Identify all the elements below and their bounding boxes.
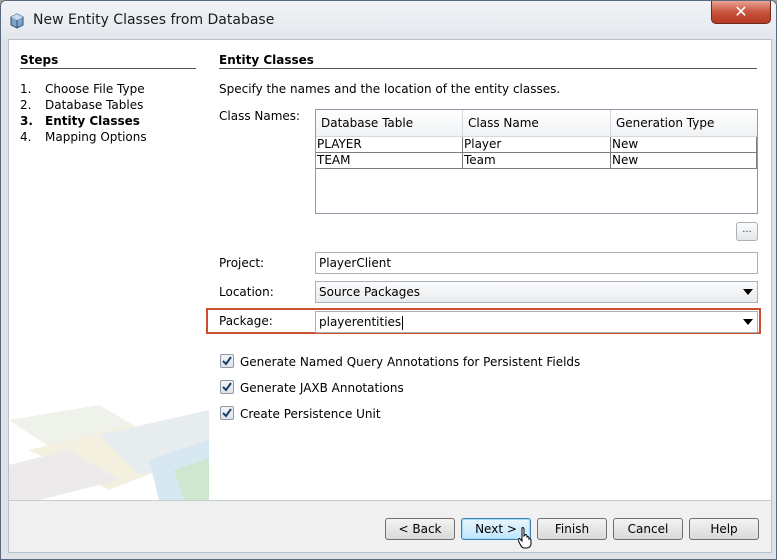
table-cell[interactable]: TEAM: [316, 153, 463, 169]
column-header[interactable]: Database Table: [316, 110, 463, 136]
title-bar[interactable]: New Entity Classes from Database ✕: [1, 1, 776, 39]
table-cell[interactable]: PLAYER: [316, 137, 463, 153]
section-divider: [219, 68, 757, 69]
checkbox[interactable]: [220, 406, 234, 420]
location-value: Source Packages: [319, 285, 421, 299]
finish-button[interactable]: Finish: [537, 518, 607, 540]
table-cell[interactable]: New: [611, 137, 757, 153]
step-number: 3.: [20, 114, 33, 128]
checkbox-label[interactable]: Generate JAXB Annotations: [240, 379, 404, 397]
step-item: 2. Database Tables: [20, 97, 147, 113]
chevron-down-icon[interactable]: [743, 319, 753, 325]
step-number: 4.: [20, 130, 32, 144]
step-label: Mapping Options: [45, 130, 147, 144]
project-field[interactable]: PlayerClient: [315, 252, 758, 274]
table-cell[interactable]: New: [611, 153, 757, 169]
table-row[interactable]: TEAM Team New: [316, 153, 757, 169]
package-combo-input[interactable]: playerentities: [315, 311, 758, 333]
step-number: 2.: [20, 98, 32, 112]
help-button[interactable]: Help: [689, 518, 759, 540]
checkmark-icon: [222, 382, 232, 392]
section-title: Entity Classes: [219, 53, 314, 67]
step-label: Entity Classes: [45, 114, 140, 128]
dialog-window: New Entity Classes from Database ✕ Steps…: [0, 0, 777, 560]
steps-title: Steps: [20, 53, 59, 67]
cancel-button[interactable]: Cancel: [613, 518, 683, 540]
dialog-content: Steps 1. Choose File Type 2. Database Tabl…: [8, 39, 772, 553]
steps-list: 1. Choose File Type 2. Database Tables 3. E…: [20, 81, 147, 145]
steps-divider: [20, 68, 196, 69]
checkmark-icon: [222, 408, 232, 418]
checkbox[interactable]: [220, 354, 234, 368]
step-label: Database Tables: [45, 98, 144, 112]
class-names-label: Class Names:: [219, 109, 301, 123]
step-item: 4. Mapping Options: [20, 129, 147, 145]
hand-pointer-icon: [518, 527, 532, 549]
package-label: Package:: [219, 314, 273, 328]
column-header[interactable]: Class Name: [463, 110, 611, 136]
step-item: 1. Choose File Type: [20, 81, 147, 97]
checkmark-icon: [222, 356, 232, 366]
steps-pane: Steps 1. Choose File Type 2. Database Tabl…: [9, 40, 211, 500]
checkbox[interactable]: [220, 380, 234, 394]
location-dropdown[interactable]: Source Packages: [315, 281, 758, 303]
wizard-decoration-graphic: [9, 405, 209, 500]
chevron-down-icon[interactable]: [743, 289, 753, 295]
step-label: Choose File Type: [45, 82, 145, 96]
close-icon: ✕: [734, 2, 748, 21]
step-item-current: 3. Entity Classes: [20, 113, 147, 129]
ellipsis-button[interactable]: ...: [736, 222, 758, 241]
table-header: Database Table Class Name Generation Typ…: [316, 110, 757, 137]
back-button[interactable]: < Back: [385, 518, 455, 540]
section-description: Specify the names and the location of th…: [219, 82, 561, 96]
step-number: 1.: [20, 82, 32, 96]
table-cell[interactable]: Team: [463, 153, 611, 169]
checkbox-label[interactable]: Generate Named Query Annotations for Per…: [240, 353, 580, 371]
package-value: playerentities: [319, 315, 402, 329]
table-cell[interactable]: Player: [463, 137, 611, 153]
text-caret: [402, 315, 404, 330]
location-label: Location:: [219, 285, 274, 299]
project-label: Project:: [219, 256, 265, 270]
table-row[interactable]: PLAYER Player New: [316, 137, 757, 153]
close-button[interactable]: ✕: [711, 1, 771, 24]
netbeans-cube-icon: [10, 13, 24, 29]
window-title: New Entity Classes from Database: [33, 12, 275, 28]
checkbox-label[interactable]: Create Persistence Unit: [240, 405, 381, 423]
column-header[interactable]: Generation Type: [611, 110, 757, 136]
class-names-table[interactable]: Database Table Class Name Generation Typ…: [315, 109, 758, 214]
